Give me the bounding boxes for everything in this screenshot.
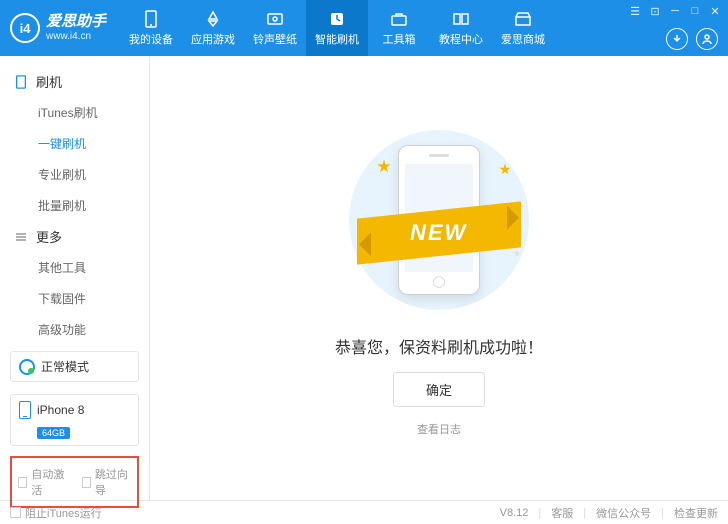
ok-button[interactable]: 确定 [393,372,485,407]
sidebar-item-download-firmware[interactable]: 下载固件 [0,283,149,314]
sidebar-item-oneclick-flash[interactable]: 一键刷机 [0,128,149,159]
nav-store[interactable]: 爱思商城 [492,0,554,56]
nav-tutorials[interactable]: 教程中心 [430,0,492,56]
sidebar-item-other-tools[interactable]: 其他工具 [0,252,149,283]
logo-badge: i4 [10,13,40,43]
logo: i4 爱思助手 www.i4.cn [0,0,120,56]
music-icon [266,10,284,28]
nav-flash[interactable]: 智能刷机 [306,0,368,56]
download-button[interactable] [666,28,688,50]
mode-label: 正常模式 [41,358,89,375]
app-subtitle: www.i4.cn [46,31,106,42]
view-log-link[interactable]: 查看日志 [417,421,461,437]
sidebar-item-batch-flash[interactable]: 批量刷机 [0,190,149,221]
main-content: NEW 恭喜您，保资料刷机成功啦！ 确定 查看日志 [150,56,728,500]
success-message: 恭喜您，保资料刷机成功啦！ [335,334,543,358]
sidebar-item-itunes-flash[interactable]: iTunes刷机 [0,97,149,128]
sidebar-item-advanced[interactable]: 高级功能 [0,314,149,345]
toolbox-icon [390,10,408,28]
app-title: 爱思助手 [46,14,106,31]
close-icon[interactable]: ✕ [708,4,722,18]
sidebar-group-more: 更多 [0,221,149,252]
support-link[interactable]: 客服 [551,505,573,521]
header-actions [666,28,718,50]
phone-icon [142,10,160,28]
nav-ringtones[interactable]: 铃声壁纸 [244,0,306,56]
sidebar: 刷机 iTunes刷机 一键刷机 专业刷机 批量刷机 更多 其他工具 下载固件 … [0,56,150,500]
checkbox-icon [18,477,27,488]
sidebar-group-flash: 刷机 [0,66,149,97]
checkbox-skip-guide[interactable]: 跳过向导 [82,466,132,498]
mode-icon [19,359,35,375]
nav-my-device[interactable]: 我的设备 [120,0,182,56]
flash-icon [328,10,346,28]
user-button[interactable] [696,28,718,50]
sidebar-item-pro-flash[interactable]: 专业刷机 [0,159,149,190]
storage-badge: 64GB [37,427,70,439]
wechat-link[interactable]: 微信公众号 [596,505,651,521]
version-label: V8.12 [500,507,529,519]
success-illustration: NEW [339,120,539,320]
device-icon [19,401,31,419]
app-header: i4 爱思助手 www.i4.cn 我的设备 应用游戏 铃声壁纸 智能刷机 工具… [0,0,728,56]
lock-icon[interactable]: ⊡ [648,4,662,18]
nav-toolbox[interactable]: 工具箱 [368,0,430,56]
window-controls: ☰ ⊡ ─ □ ✕ [628,4,722,18]
mode-indicator[interactable]: 正常模式 [10,351,139,382]
checkbox-icon [82,477,91,488]
menu-icon[interactable]: ☰ [628,4,642,18]
maximize-icon[interactable]: □ [688,4,702,18]
device-indicator[interactable]: iPhone 8 64GB [10,394,139,446]
phone-small-icon [14,75,28,89]
device-name: iPhone 8 [37,403,84,417]
more-icon [14,230,28,244]
checkbox-icon [10,507,21,518]
book-icon [452,10,470,28]
apps-icon [204,10,222,28]
nav-apps[interactable]: 应用游戏 [182,0,244,56]
update-link[interactable]: 检查更新 [674,505,718,521]
flash-options: 自动激活 跳过向导 [10,456,139,508]
checkbox-block-itunes[interactable]: 阻止iTunes运行 [10,505,102,521]
minimize-icon[interactable]: ─ [668,4,682,18]
checkbox-auto-activate[interactable]: 自动激活 [18,466,68,498]
store-icon [514,10,532,28]
top-nav: 我的设备 应用游戏 铃声壁纸 智能刷机 工具箱 教程中心 爱思商城 [120,0,554,56]
